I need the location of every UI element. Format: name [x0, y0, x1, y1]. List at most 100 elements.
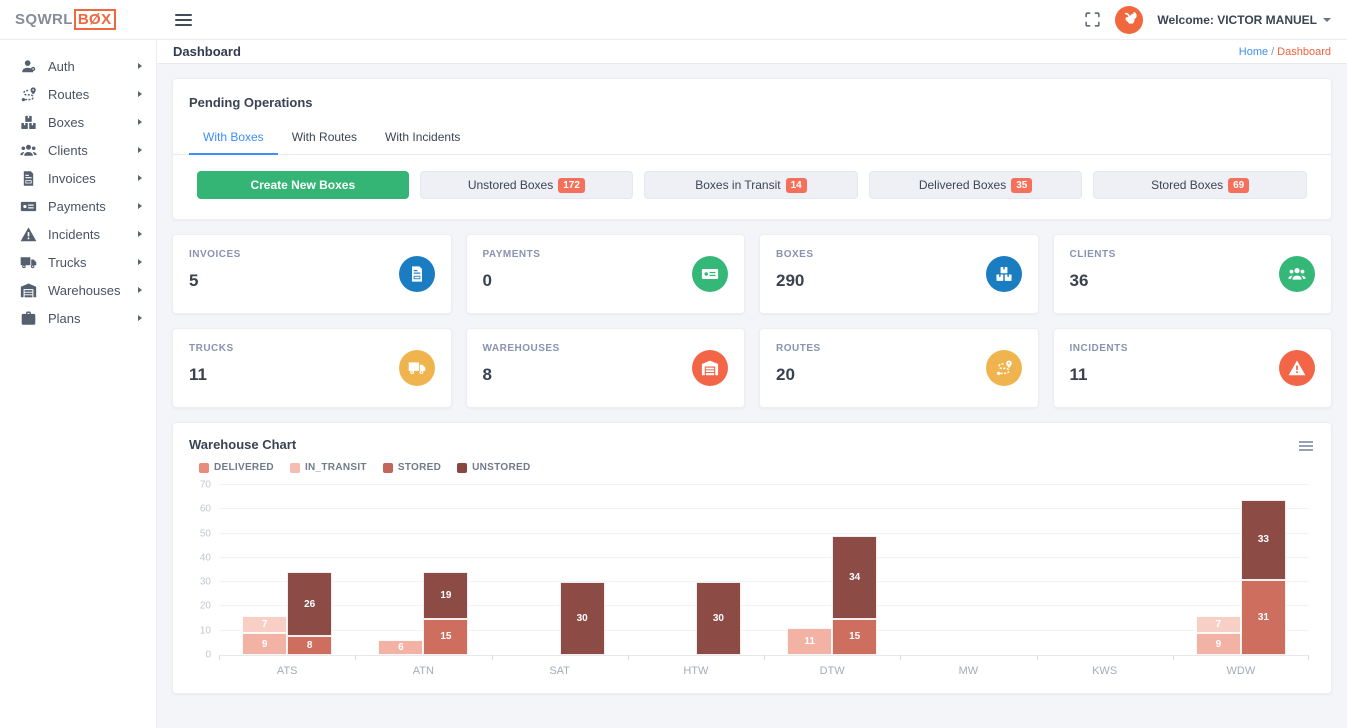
sidebar-item-invoices[interactable]: Invoices [0, 164, 156, 192]
sidebar-item-trucks[interactable]: Trucks [0, 248, 156, 276]
sidebar-item-routes[interactable]: Routes [0, 80, 156, 108]
page-title: Dashboard [173, 44, 241, 59]
legend-item-stored[interactable]: STORED [383, 462, 441, 473]
chart-context-menu-icon[interactable] [1299, 439, 1313, 453]
stat-label: PAYMENTS [483, 249, 541, 260]
pending-operations-title: Pending Operations [173, 95, 1331, 110]
sidebar-item-incidents[interactable]: Incidents [0, 220, 156, 248]
fullscreen-icon[interactable] [1084, 11, 1101, 28]
boxes-icon [986, 256, 1022, 292]
stat-label: WAREHOUSES [483, 343, 560, 354]
chevron-right-icon [138, 119, 142, 125]
bar-segment-unstored: 19 [423, 572, 468, 618]
chart-plot: 97826615193030111534973133 [219, 485, 1309, 656]
x-axis-tick [492, 655, 493, 660]
bar-stack-left: 97 [1196, 616, 1241, 655]
chart-x-axis: ATSATNSATHTWDTWMWKWSWDW [219, 665, 1315, 677]
boxes-in-transit-button[interactable]: Boxes in Transit14 [644, 171, 858, 199]
legend-item-delivered[interactable]: DELIVERED [199, 462, 274, 473]
chevron-right-icon [138, 175, 142, 181]
x-axis-tick [900, 655, 901, 660]
y-tick-label: 30 [200, 577, 211, 588]
tab-with-routes[interactable]: With Routes [278, 122, 371, 155]
x-tick-label: SAT [492, 665, 628, 677]
sidebar-item-plans[interactable]: Plans [0, 304, 156, 332]
sidebar-item-clients[interactable]: Clients [0, 136, 156, 164]
invoice-icon [20, 170, 37, 187]
pending-operations-card: Pending Operations With BoxesWith Routes… [172, 78, 1332, 220]
content: Pending Operations With BoxesWith Routes… [157, 64, 1347, 708]
squirrel-icon [1121, 11, 1138, 28]
x-axis-tick [628, 655, 629, 660]
bar-stack-right: 30 [560, 582, 605, 655]
stat-value: 11 [1070, 365, 1128, 385]
stat-card-boxes: BOXES 290 [759, 234, 1039, 314]
legend-item-in-transit[interactable]: IN_TRANSIT [290, 462, 367, 473]
breadcrumb-home-link[interactable]: Home [1239, 46, 1268, 58]
chevron-right-icon [138, 259, 142, 265]
x-axis-tick [219, 655, 220, 660]
create-new-boxes-button[interactable]: Create New Boxes [197, 171, 409, 199]
pending-tabs: With BoxesWith RoutesWith Incidents [173, 122, 1331, 155]
delivered-boxes-button[interactable]: Delivered Boxes35 [869, 171, 1083, 199]
sidebar-item-payments[interactable]: Payments [0, 192, 156, 220]
stat-card-invoices: INVOICES5 [172, 234, 452, 314]
bar-segment-in-transit: 7 [1196, 616, 1241, 633]
tab-with-incidents[interactable]: With Incidents [371, 122, 474, 155]
warehouse-icon [692, 350, 728, 386]
sidebar-toggle-icon[interactable] [173, 7, 194, 33]
route-icon [986, 350, 1022, 386]
bar-segment-unstored: 33 [1241, 500, 1286, 580]
chart-category-slot-ats: 97826 [219, 485, 355, 655]
legend-item-unstored[interactable]: UNSTORED [457, 462, 530, 473]
bar-stack-right: 826 [287, 572, 332, 655]
unstored-boxes-button[interactable]: Unstored Boxes172 [420, 171, 634, 199]
count-badge: 172 [558, 178, 585, 193]
tab-with-boxes[interactable]: With Boxes [189, 122, 278, 155]
bar-segment-delivered: 6 [378, 640, 423, 655]
user-menu[interactable]: Welcome: VICTOR MANUEL [1157, 13, 1331, 27]
y-tick-label: 20 [200, 601, 211, 612]
sidebar-item-warehouses[interactable]: Warehouses [0, 276, 156, 304]
sidebar-item-label: Routes [48, 87, 89, 102]
count-badge: 35 [1011, 178, 1032, 193]
chevron-right-icon [138, 147, 142, 153]
stat-value: 36 [1070, 271, 1116, 291]
sidebar-item-boxes[interactable]: Boxes [0, 108, 156, 136]
main-area: Dashboard Home/Dashboard Pending Operati… [157, 40, 1347, 728]
brand-logo[interactable]: SQWRLBØX [0, 0, 157, 40]
bar-stack-left: 97 [242, 616, 287, 655]
user-avatar[interactable] [1115, 6, 1143, 34]
legend-label: DELIVERED [214, 462, 274, 473]
stat-value: 8 [483, 365, 560, 385]
payment-icon [20, 198, 37, 215]
stored-boxes-button[interactable]: Stored Boxes 69 [1093, 171, 1307, 199]
bar-stack-right: 3133 [1241, 500, 1286, 655]
chevron-down-icon [1323, 18, 1331, 22]
legend-swatch [199, 463, 209, 473]
x-axis-tick [1037, 655, 1038, 660]
stat-label: BOXES [776, 249, 814, 260]
chart-legend: DELIVERED IN_TRANSIT STORED UNSTORED [199, 462, 1315, 473]
chart-area: 010203040506070 978266151930301115349731… [189, 485, 1315, 656]
chevron-right-icon [138, 91, 142, 97]
count-badge: 14 [786, 178, 807, 193]
sidebar-item-auth[interactable]: Auth [0, 52, 156, 80]
count-badge: 69 [1228, 178, 1249, 193]
stat-value: 290 [776, 271, 814, 291]
chart-category-slot-htw: 30 [628, 485, 764, 655]
invoice-icon [399, 256, 435, 292]
bar-segment-stored: 15 [832, 619, 877, 655]
sidebar-item-label: Auth [48, 59, 75, 74]
button-label: Stored Boxes [1151, 178, 1223, 192]
bar-stack-right: 1519 [423, 572, 468, 655]
legend-label: STORED [398, 462, 441, 473]
y-tick-label: 10 [200, 625, 211, 636]
bar-stack-left: 11 [787, 628, 832, 655]
payment-icon [692, 256, 728, 292]
sidebar-item-label: Incidents [48, 227, 100, 242]
chevron-right-icon [138, 63, 142, 69]
x-tick-label: ATN [355, 665, 491, 677]
sidebar-item-label: Trucks [48, 255, 87, 270]
stat-value: 5 [189, 271, 241, 291]
